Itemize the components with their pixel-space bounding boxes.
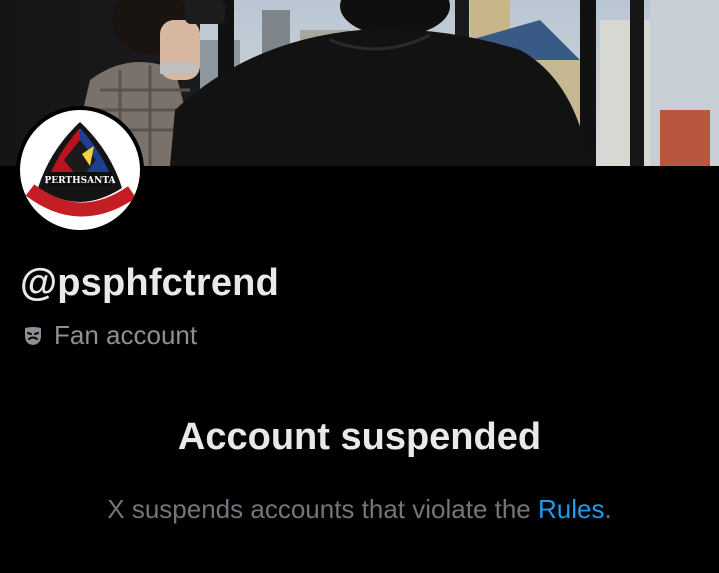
avatar-logo: PERTHSANTA bbox=[20, 110, 140, 230]
suspended-title: Account suspended bbox=[177, 416, 542, 458]
theater-mask-icon bbox=[22, 325, 44, 347]
profile-avatar[interactable]: PERTHSANTA bbox=[16, 106, 144, 234]
account-label-text: Fan account bbox=[54, 320, 198, 350]
avatar-wordmark: PERTHSANTA bbox=[44, 176, 116, 186]
suspended-description: X suspends accounts that violate the Rul… bbox=[0, 494, 719, 525]
account-label: Fan account bbox=[22, 320, 197, 351]
suspended-description-suffix: . bbox=[604, 494, 612, 524]
profile-page: PERTHSANTA @psphfctrend Fan account Acco… bbox=[0, 0, 719, 573]
rules-link[interactable]: Rules bbox=[538, 494, 604, 524]
profile-handle: @psphfctrend bbox=[20, 262, 280, 304]
suspended-description-text: X suspends accounts that violate the bbox=[107, 494, 538, 524]
